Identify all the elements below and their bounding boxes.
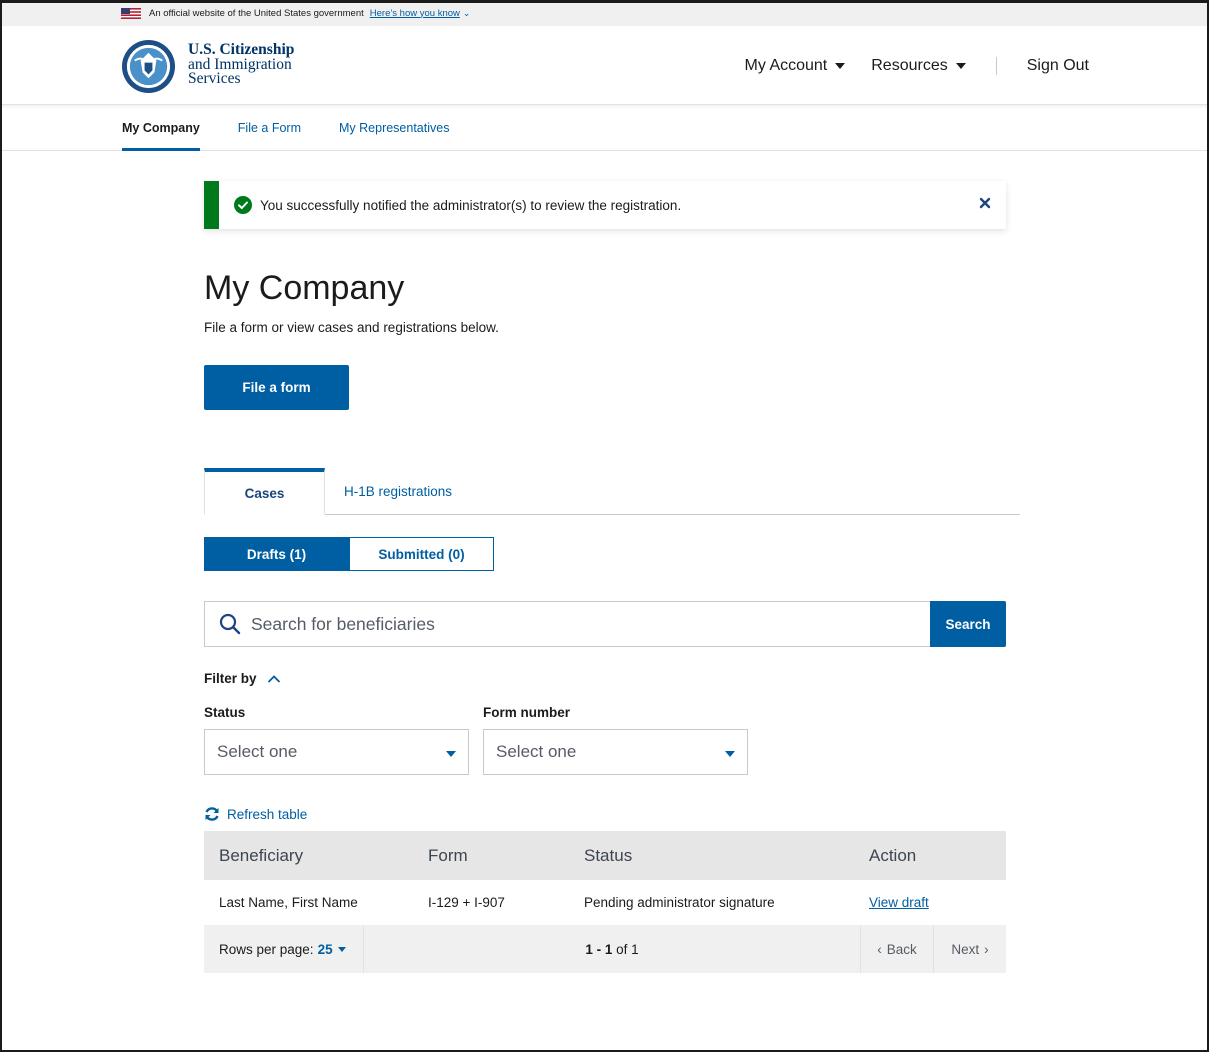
refresh-table-label: Refresh table (227, 806, 308, 822)
case-status-toggle: Drafts (1) Submitted (0) (204, 537, 494, 571)
file-a-form-button[interactable]: File a form (204, 365, 349, 410)
brand-line-3: Services (188, 70, 241, 87)
submitted-toggle-button[interactable]: Submitted (0) (349, 537, 494, 571)
column-header-form[interactable]: Form (428, 846, 584, 866)
cases-table: Beneficiary Form Status Action Last Name… (204, 831, 1006, 973)
my-account-label: My Account (744, 56, 828, 74)
chevron-right-icon: › (984, 941, 989, 957)
main-content: You successfully notified the administra… (204, 181, 1020, 973)
pagination-bar: Rows per page: 25 1 - 1 of 1 ‹ Back Next… (204, 925, 1006, 973)
search-placeholder: Search for beneficiaries (251, 613, 435, 634)
tab-h1b-registrations[interactable]: H-1B registrations (325, 468, 471, 514)
column-header-beneficiary[interactable]: Beneficiary (204, 846, 428, 866)
my-account-menu[interactable]: My Account (745, 57, 846, 75)
range-bold: 1 - 1 (585, 941, 613, 957)
heres-how-you-know-link[interactable]: Here’s how you know (370, 8, 460, 19)
cell-beneficiary: Last Name, First Name (219, 895, 358, 910)
rows-per-page-label: Rows per page: (219, 941, 314, 957)
range-total: of 1 (616, 941, 639, 957)
caret-down-icon (955, 62, 966, 69)
gov-banner: An official website of the United States… (0, 0, 1209, 26)
us-flag-icon (121, 7, 141, 19)
caret-down-icon (725, 751, 735, 757)
cell-status: Pending administrator signature (584, 895, 775, 910)
back-label: Back (886, 941, 917, 957)
subnav-file-a-form[interactable]: File a Form (238, 105, 301, 150)
drafts-toggle-button[interactable]: Drafts (1) (204, 537, 349, 571)
search-icon (219, 613, 241, 635)
sign-out-link[interactable]: Sign Out (1027, 57, 1089, 75)
table-row: Last Name, First Name I-129 + I-907 Pend… (204, 880, 1006, 925)
view-draft-link[interactable]: View draft (869, 895, 929, 910)
filter-by-label: Filter by (204, 671, 257, 686)
refresh-icon (205, 807, 219, 821)
chevron-left-icon: ‹ (877, 941, 882, 957)
close-icon[interactable] (978, 196, 992, 210)
status-filter-label: Status (204, 705, 246, 720)
resources-menu[interactable]: Resources (871, 56, 966, 75)
caret-down-icon (835, 62, 846, 69)
rows-per-page-select[interactable]: Rows per page: 25 (204, 925, 364, 973)
page-subtitle: File a form or view cases and registrati… (204, 320, 499, 335)
search-bar: Search for beneficiaries Search (204, 601, 1006, 647)
sub-navigation: My Company File a Form My Representative… (0, 105, 1209, 151)
search-button[interactable]: Search (930, 601, 1006, 647)
tab-bar: Cases H-1B registrations (204, 468, 1020, 515)
filter-by-toggle[interactable]: Filter by (204, 671, 281, 686)
status-select[interactable]: Select one (204, 729, 469, 775)
site-header: U.S. Citizenship and Immigration Service… (0, 26, 1209, 105)
success-alert: You successfully notified the administra… (204, 181, 1006, 229)
caret-down-icon (337, 946, 346, 952)
check-circle-icon (234, 196, 252, 214)
dhs-seal-icon[interactable] (121, 39, 176, 94)
column-header-action: Action (869, 845, 917, 865)
column-header-status[interactable]: Status (584, 846, 869, 866)
form-number-select-value: Select one (496, 742, 577, 761)
refresh-table-button[interactable]: Refresh table (204, 806, 307, 822)
search-input[interactable]: Search for beneficiaries (204, 601, 930, 647)
back-page-button[interactable]: ‹ Back (860, 925, 933, 973)
header-nav: My Account Resources Sign Out (745, 26, 1089, 105)
next-page-button[interactable]: Next › (933, 925, 1006, 973)
form-number-filter-label: Form number (483, 705, 571, 720)
chevron-up-icon (267, 674, 280, 683)
chevron-down-icon[interactable]: ⌄ (463, 8, 471, 19)
page-title: My Company (204, 269, 405, 307)
next-label: Next (951, 941, 980, 957)
status-select-value: Select one (217, 742, 298, 761)
resources-label: Resources (871, 56, 948, 74)
subnav-my-company[interactable]: My Company (122, 105, 200, 151)
nav-divider (995, 56, 997, 75)
cell-form: I-129 + I-907 (428, 895, 505, 910)
tab-cases[interactable]: Cases (204, 468, 325, 515)
gov-banner-text: An official website of the United States… (149, 7, 364, 19)
caret-down-icon (446, 751, 456, 757)
table-header: Beneficiary Form Status Action (204, 831, 1006, 880)
subnav-my-representatives[interactable]: My Representatives (339, 105, 449, 150)
rows-per-page-value: 25 (317, 941, 333, 957)
alert-message: You successfully notified the administra… (260, 197, 682, 213)
pagination-range: 1 - 1 of 1 (364, 925, 860, 973)
agency-brand[interactable]: U.S. Citizenship and Immigration Service… (188, 42, 294, 87)
form-number-select[interactable]: Select one (483, 729, 748, 775)
